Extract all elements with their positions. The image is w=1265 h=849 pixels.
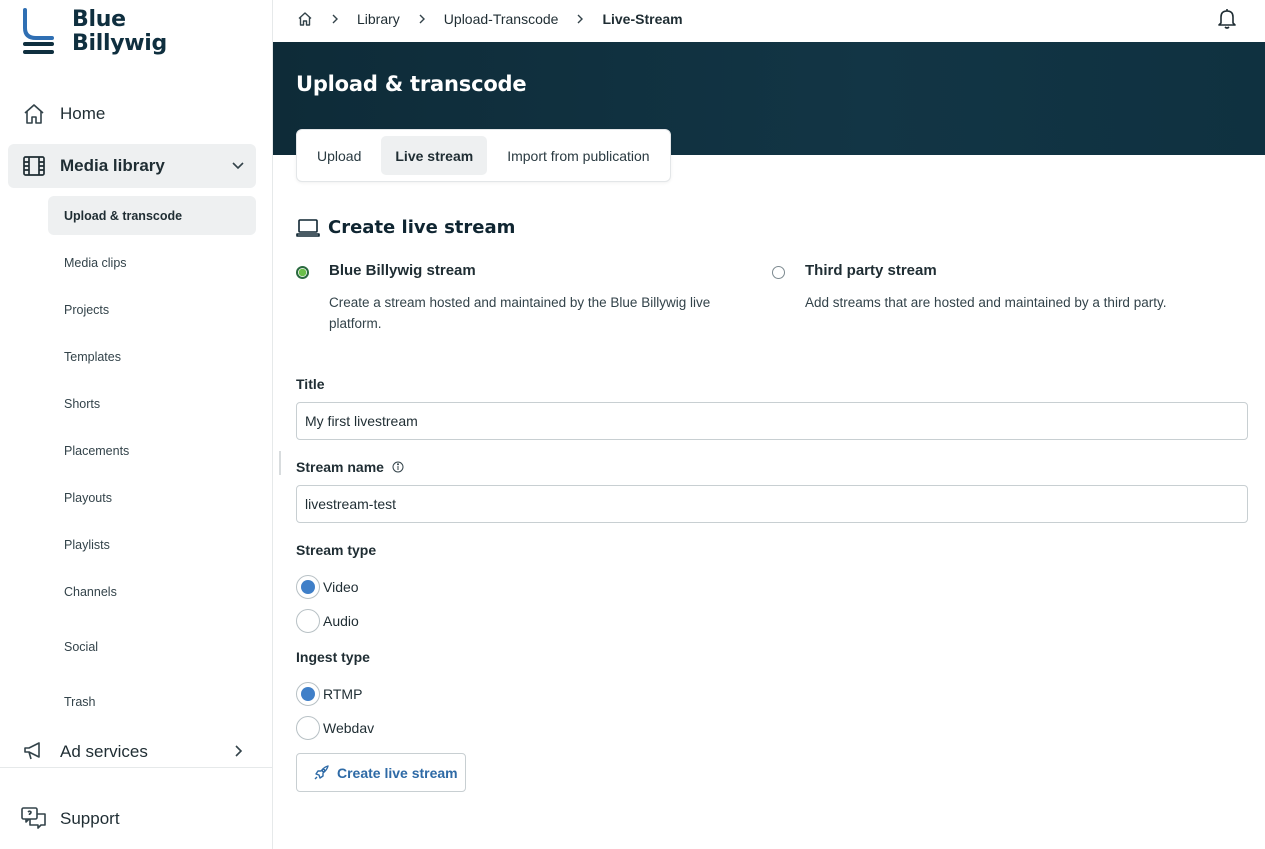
radio-button[interactable] [296,682,320,706]
tab-bar: Upload Live stream Import from publicati… [296,129,671,182]
radio-label: Webdav [323,720,375,736]
sidebar-subitem-channels[interactable]: Channels [48,572,256,611]
stream-option-radio[interactable] [296,266,309,279]
radio-button[interactable] [296,716,320,740]
chevron-right-icon[interactable] [230,743,246,759]
brand-logo[interactable]: Blue Billywig [22,8,167,56]
ingest-type-option-webdav[interactable]: Webdav [296,716,374,740]
chevron-right-icon [577,14,584,24]
breadcrumb-item-upload-transcode[interactable]: Upload-Transcode [444,11,559,27]
brand-name: Blue Billywig [72,8,167,56]
create-live-stream-label: Create live stream [337,764,458,781]
sidebar-item-media-library[interactable]: Media library [8,144,256,188]
radio-label: RTMP [323,686,363,702]
sidebar-item-ad-services[interactable]: Ad services [8,730,256,760]
stream-option-third-party[interactable]: Third party stream Add streams that are … [772,262,1212,313]
ingest-type-label: Ingest type [296,649,370,665]
sidebar-subitem-upload-transcode[interactable]: Upload & transcode [48,196,256,235]
breadcrumb-separator [574,13,586,25]
info-icon[interactable] [392,461,404,473]
page-title: Upload & transcode [296,72,527,96]
title-input[interactable] [296,402,1248,440]
brand-line-2: Billywig [72,31,167,56]
sidebar-subitem-templates[interactable]: Templates [48,337,256,376]
breadcrumb-item-library[interactable]: Library [357,11,400,27]
section-title: Create live stream [328,217,516,238]
top-bar: Library Upload-Transcode Live-Stream [273,0,1265,42]
sidebar-item-label: Media library [60,156,165,175]
title-label: Title [296,376,325,392]
rocket-icon [314,764,329,779]
stream-option-title: Blue Billywig stream [329,262,476,279]
radio-label: Video [323,579,359,595]
stream-option-description: Create a stream hosted and maintained by… [329,295,711,331]
stream-type-label: Stream type [296,542,377,558]
sidebar-subitem-placements[interactable]: Placements [48,431,256,470]
chevron-down-icon[interactable] [230,157,246,173]
sidebar-item-support[interactable]: Support [8,797,256,841]
chevron-right-icon [419,14,425,24]
sidebar-subitem-shorts[interactable]: Shorts [48,384,256,423]
stream-option-title: Third party stream [805,262,937,279]
bell-icon[interactable] [1217,8,1237,30]
brand-line-1: Blue [72,7,126,32]
sidebar-subitem-social[interactable]: Social [48,627,256,666]
home-icon [24,104,44,124]
sidebar-divider [0,767,272,768]
tab-live-stream[interactable]: Live stream [381,136,488,175]
stream-type-option-video[interactable]: Video [296,575,359,599]
breadcrumb: Library Upload-Transcode Live-Stream [297,0,683,38]
sidebar-subitem-trash[interactable]: Trash [48,682,256,721]
sidebar-subitem-projects[interactable]: Projects [48,290,256,329]
film-icon [23,156,45,176]
stream-type-option-audio[interactable]: Audio [296,609,359,633]
tab-upload[interactable]: Upload [303,136,375,175]
sidebar-subitem-media-clips[interactable]: Media clips [48,243,256,282]
laptop-icon [296,218,320,237]
support-icon [21,807,46,829]
sidebar-item-label: Support [60,809,120,828]
section-heading: Create live stream [296,217,515,238]
logo-mark-icon [23,8,54,54]
radio-label: Audio [323,613,359,629]
radio-button[interactable] [296,575,320,599]
sidebar-subitem-playouts[interactable]: Playouts [48,478,256,517]
sidebar: Blue Billywig Home Media library Upload … [0,0,273,849]
breadcrumb-separator [329,13,341,25]
breadcrumb-separator [416,13,428,25]
sidebar-item-home[interactable]: Home [8,92,256,136]
sidebar-resize-handle[interactable] [279,451,281,475]
stream-name-input[interactable] [296,485,1248,523]
stream-option-blue-billywig[interactable]: Blue Billywig stream Create a stream hos… [296,262,736,334]
ingest-type-option-rtmp[interactable]: RTMP [296,682,362,706]
sidebar-item-label: Home [60,104,106,123]
radio-button[interactable] [296,609,320,633]
sidebar-item-label: Ad services [60,742,148,760]
stream-name-label-row: Stream name [296,459,404,475]
sidebar-subitem-playlists[interactable]: Playlists [48,525,256,564]
stream-option-description: Add streams that are hosted and maintain… [805,295,1167,310]
stream-option-radio[interactable] [772,266,785,279]
megaphone-icon [24,742,40,760]
stream-name-label: Stream name [296,459,384,475]
home-icon[interactable] [297,11,313,27]
create-live-stream-button[interactable]: Create live stream [296,753,466,792]
breadcrumb-current: Live-Stream [602,11,683,27]
tab-import-from-publication[interactable]: Import from publication [493,136,663,175]
chevron-right-icon [332,14,338,24]
